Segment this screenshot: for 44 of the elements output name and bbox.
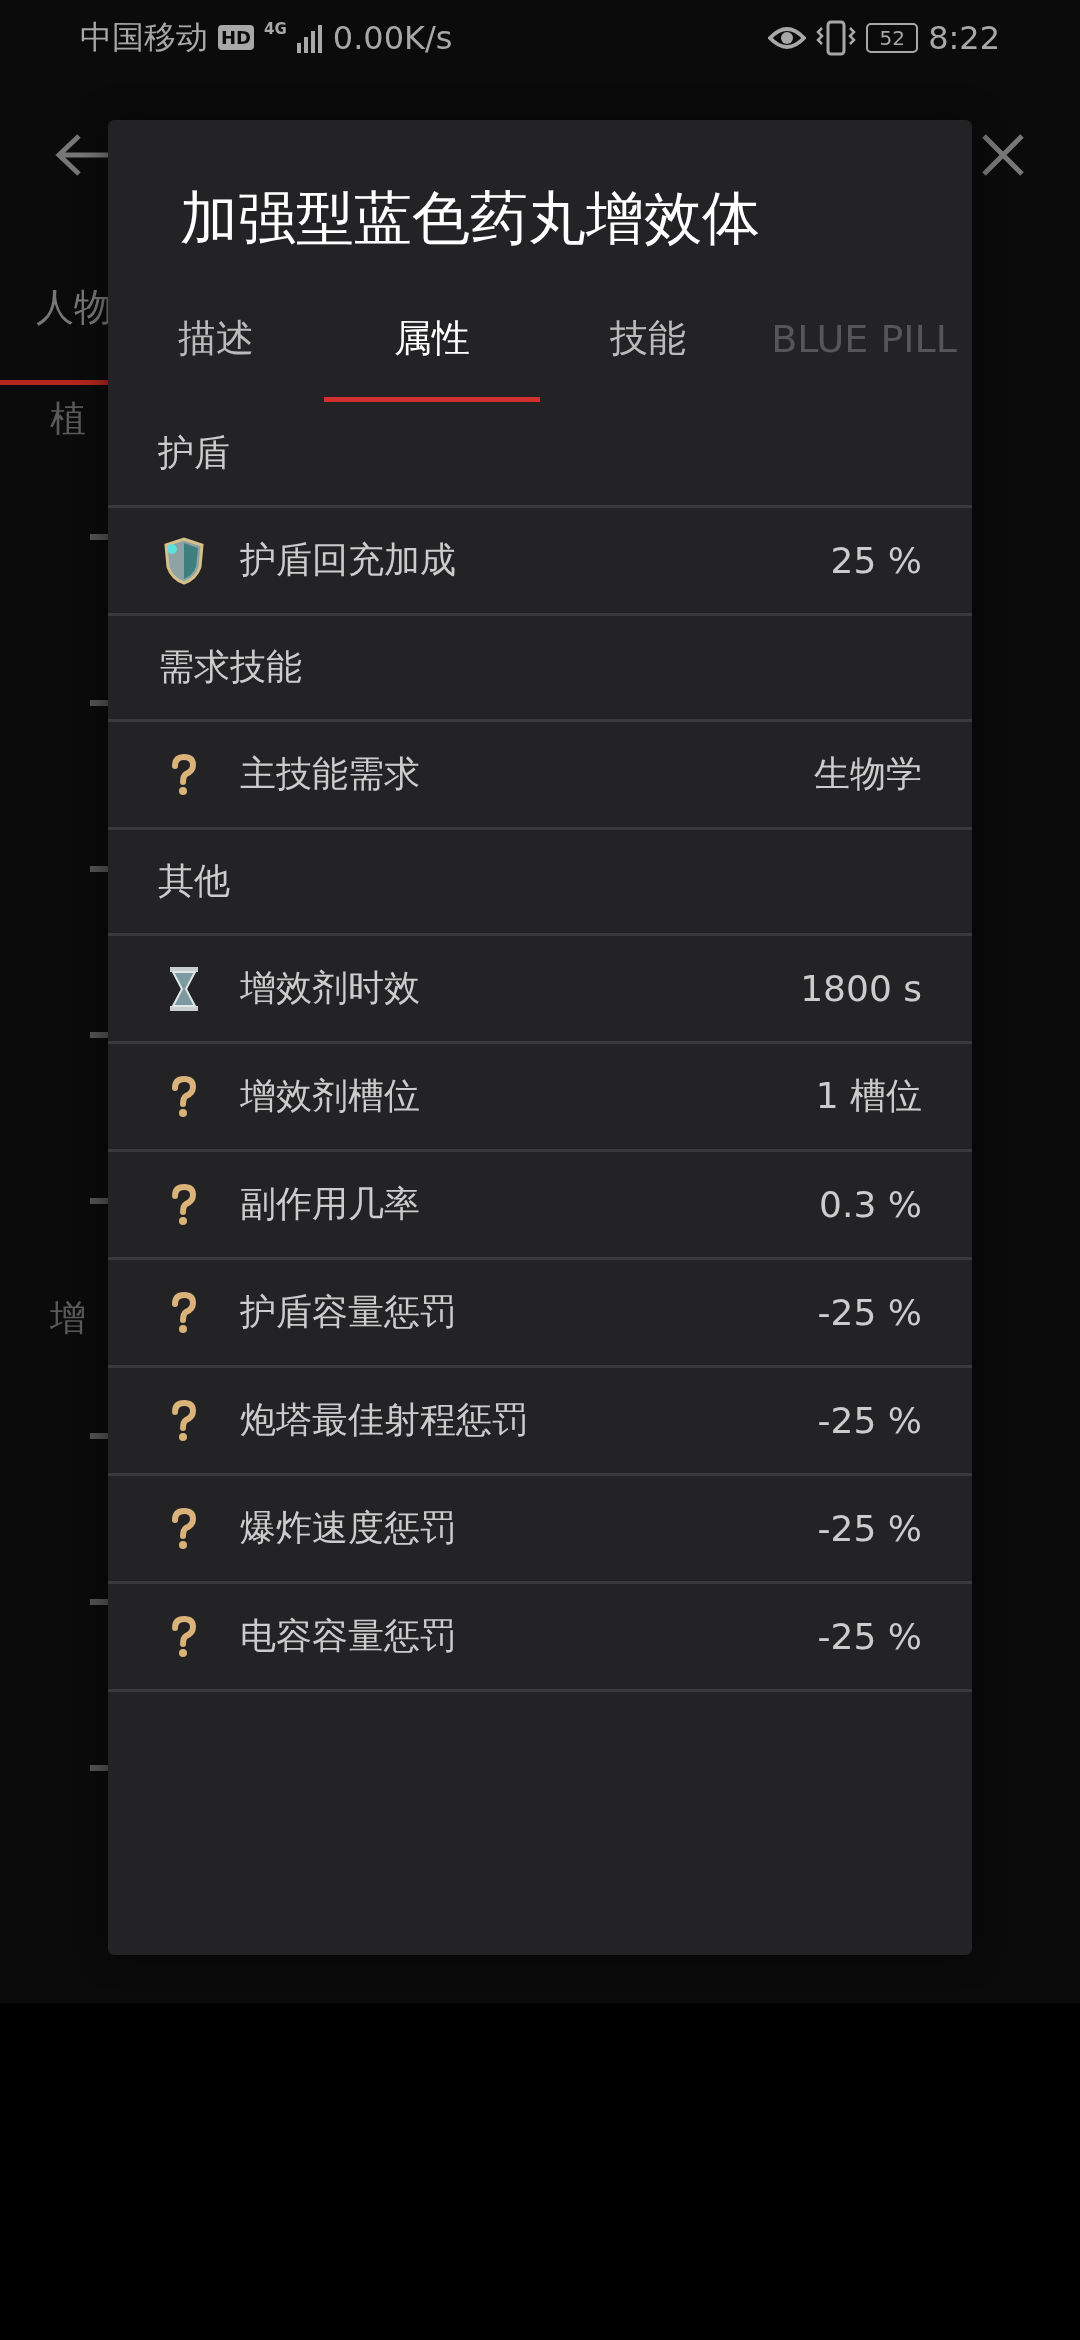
carrier-name: 中国移动 [80, 16, 208, 58]
list-bullet [90, 1599, 108, 1605]
dialog-title: 加强型蓝色药丸增效体 [180, 183, 761, 254]
attribute-value: -25 % [817, 1292, 922, 1333]
list-bullet [90, 1433, 108, 1439]
attribute-label: 主技能需求 [240, 752, 421, 796]
section-header: 护盾 [108, 402, 972, 508]
list-bullet [90, 1765, 108, 1771]
attribute-value: 1800 s [800, 968, 922, 1009]
network-speed: 0.00K/s [332, 18, 453, 57]
battery-level: 52 [879, 25, 905, 50]
attribute-value: 生物学 [814, 752, 922, 796]
attribute-value: -25 % [817, 1616, 922, 1657]
tab[interactable]: 属性 [324, 280, 540, 402]
clock: 8:22 [928, 18, 1000, 57]
signal-icon [296, 22, 323, 53]
list-bullet [90, 700, 108, 706]
section-label: 植 [50, 397, 86, 441]
attribute-label: 副作用几率 [240, 1182, 421, 1226]
close-icon[interactable] [981, 133, 1025, 177]
attribute-label: 护盾回充加成 [240, 538, 457, 582]
list-bullet [90, 1198, 108, 1204]
network-type: 4G [264, 20, 287, 38]
attribute-value: -25 % [817, 1400, 922, 1441]
attribute-label: 护盾容量惩罚 [240, 1290, 457, 1334]
attribute-label: 增效剂时效 [240, 966, 421, 1010]
vibrate-icon [816, 19, 857, 56]
section-header: 其他 [108, 830, 972, 936]
attribute-value: -25 % [817, 1508, 922, 1549]
attribute-value: 25 % [830, 540, 922, 581]
section-label: 增 [50, 1296, 86, 1340]
list-bullet [90, 866, 108, 872]
back-arrow-icon[interactable] [55, 132, 111, 178]
attribute-label: 电容容量惩罚 [240, 1614, 457, 1658]
tab[interactable]: 技能 [540, 280, 756, 402]
attribute-label: 爆炸速度惩罚 [240, 1506, 457, 1550]
attribute-label: 增效剂槽位 [240, 1074, 421, 1118]
list-bullet [90, 1032, 108, 1038]
section-header: 需求技能 [108, 616, 972, 722]
attribute-label: 炮塔最佳射程惩罚 [240, 1398, 529, 1442]
list-bullet [90, 534, 108, 540]
hd-badge: HD [218, 25, 254, 50]
attribute-value: 1 槽位 [815, 1074, 922, 1118]
attribute-value: 0.3 % [819, 1184, 922, 1225]
